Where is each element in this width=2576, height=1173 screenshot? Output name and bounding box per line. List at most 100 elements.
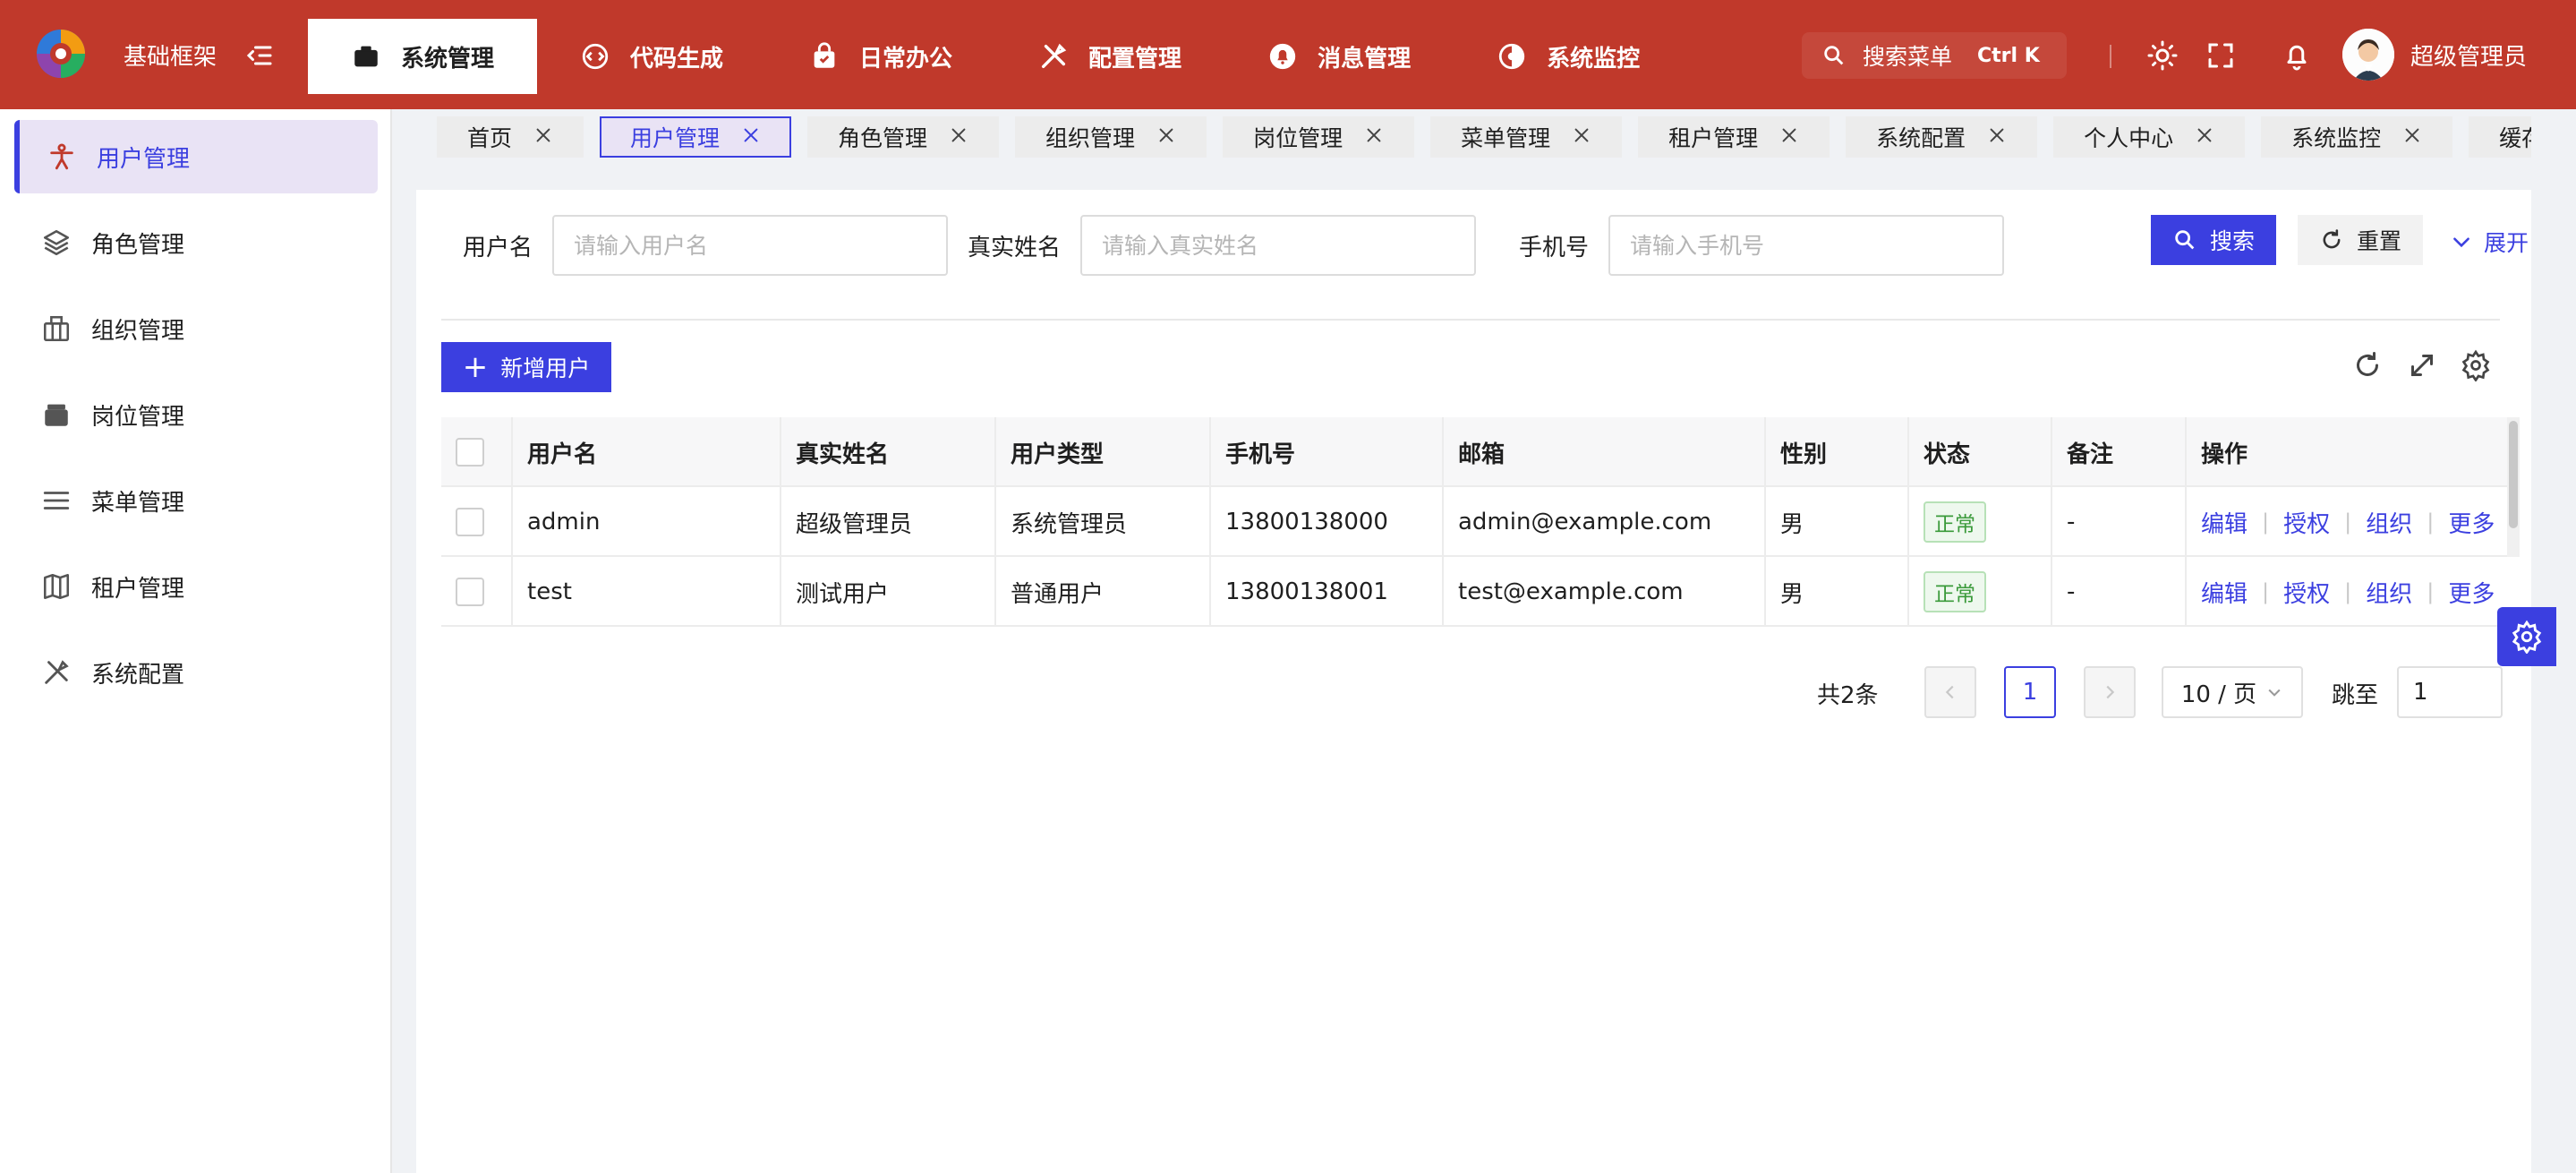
header-select-cell	[441, 417, 513, 487]
gender-cell: 男	[1766, 487, 1909, 557]
row-select-cell	[441, 487, 513, 557]
page-number-button[interactable]: 1	[2004, 666, 2056, 718]
tab-item[interactable]: 菜单管理	[1430, 116, 1623, 158]
briefcase-icon	[354, 46, 378, 67]
table-scrollbar[interactable]	[2509, 421, 2518, 528]
select-all-checkbox[interactable]	[456, 438, 484, 467]
username-cell: admin	[513, 487, 781, 557]
tab-item[interactable]: 岗位管理	[1223, 116, 1415, 158]
expand-link[interactable]: 展开	[2450, 226, 2529, 258]
bell-circle-icon	[1269, 43, 1296, 70]
column-header: 真实姓名	[781, 417, 996, 487]
nav-system-management[interactable]: 系统管理	[308, 19, 538, 94]
nav-daily-office[interactable]: 日常办公	[766, 19, 995, 94]
expand-table-icon[interactable]	[2406, 349, 2438, 381]
page-size-select[interactable]: 10 / 页	[2162, 666, 2303, 718]
close-icon[interactable]	[1572, 124, 1591, 150]
row-checkbox[interactable]	[456, 578, 484, 606]
close-icon[interactable]	[1364, 124, 1384, 150]
authorize-link[interactable]: 授权	[2283, 506, 2330, 539]
tab-item[interactable]: 用户管理	[600, 116, 792, 158]
remark-cell: -	[2052, 557, 2187, 627]
chevron-right-icon	[2106, 685, 2115, 699]
remark-cell: -	[2052, 487, 2187, 557]
close-icon[interactable]	[741, 124, 761, 150]
sidebar-item-org-management[interactable]: 组织管理	[14, 292, 378, 365]
sidebar-item-system-config[interactable]: 系统配置	[14, 636, 378, 709]
menu-search[interactable]: 搜索菜单 Ctrl K	[1802, 32, 2067, 79]
tab-label: 角色管理	[838, 125, 928, 151]
more-link[interactable]: 更多	[2448, 506, 2495, 539]
search-icon	[1824, 46, 1844, 65]
tab-item[interactable]: 组织管理	[1015, 116, 1207, 158]
next-page-button[interactable]	[2084, 666, 2136, 718]
sidebar-item-role-management[interactable]: 角色管理	[14, 206, 378, 279]
phone-cell: 13800138000	[1211, 487, 1444, 557]
tab-label: 首页	[467, 125, 513, 151]
top-nav: 系统管理 代码生成 日常办公 配置管理 消息管理 系统监控	[308, 19, 1683, 94]
add-user-button[interactable]: + 新增用户	[441, 342, 611, 392]
brand-title: 基础框架	[124, 44, 218, 71]
tab-item[interactable]: 系统监控	[2261, 116, 2453, 158]
phone-input[interactable]	[1608, 215, 2004, 276]
nav-system-monitor[interactable]: 系统监控	[1454, 19, 1683, 94]
settings-float-button[interactable]	[2497, 607, 2556, 666]
close-icon[interactable]	[1156, 124, 1176, 150]
tab-item[interactable]: 首页	[437, 116, 584, 158]
reset-button[interactable]: 重置	[2298, 215, 2423, 265]
chevron-down-icon	[2453, 237, 2469, 248]
theme-sun-icon[interactable]	[2146, 39, 2179, 72]
jump-input[interactable]: 1	[2397, 666, 2503, 718]
tab-item[interactable]: 个人中心	[2053, 116, 2246, 158]
status-cell: 正常	[1909, 487, 2052, 557]
column-header: 性别	[1766, 417, 1909, 487]
refresh-icon[interactable]	[2351, 349, 2384, 381]
column-header: 操作	[2201, 441, 2248, 468]
nav-code-generation[interactable]: 代码生成	[537, 19, 766, 94]
edit-link[interactable]: 编辑	[2201, 506, 2248, 539]
sidebar-item-label: 菜单管理	[91, 489, 185, 517]
email-cell: admin@example.com	[1444, 487, 1766, 557]
user-menu[interactable]: 超级管理员	[2342, 29, 2527, 81]
nav-config-management[interactable]: 配置管理	[995, 19, 1224, 94]
app-logo[interactable]	[34, 27, 88, 81]
email-cell: test@example.com	[1444, 557, 1766, 627]
content-card: 用户名 真实姓名 手机号 搜索 重置 展开 + 新增用户 用户名 真实姓名 用户…	[416, 190, 2531, 1173]
sidebar-item-label: 租户管理	[91, 575, 185, 603]
notification-bell-icon[interactable]	[2281, 39, 2313, 72]
collapse-menu-icon[interactable]	[243, 39, 276, 72]
organization-link[interactable]: 组织	[2366, 506, 2412, 539]
tab-label: 个人中心	[2084, 125, 2174, 151]
close-icon[interactable]	[533, 124, 553, 150]
close-icon[interactable]	[2402, 124, 2422, 150]
fullscreen-icon[interactable]	[2205, 39, 2237, 72]
close-icon[interactable]	[1779, 124, 1799, 150]
nav-label: 系统管理	[401, 45, 495, 73]
sidebar-item-menu-management[interactable]: 菜单管理	[14, 464, 378, 537]
username-input[interactable]	[552, 215, 948, 276]
prev-page-button[interactable]	[1924, 666, 1976, 718]
close-icon[interactable]	[949, 124, 968, 150]
more-link[interactable]: 更多	[2448, 576, 2495, 609]
realname-input[interactable]	[1080, 215, 1476, 276]
close-icon[interactable]	[1987, 124, 2007, 150]
sidebar-item-tenant-management[interactable]: 租户管理	[14, 550, 378, 623]
column-header: 用户名	[513, 417, 781, 487]
tab-item[interactable]: 角色管理	[807, 116, 1000, 158]
tab-item[interactable]: 租户管理	[1638, 116, 1830, 158]
user-name: 超级管理员	[2410, 43, 2528, 71]
tab-item[interactable]: 系统配置	[1846, 116, 2038, 158]
authorize-link[interactable]: 授权	[2283, 576, 2330, 609]
sidebar-item-user-management[interactable]: 用户管理	[14, 120, 378, 193]
organization-link[interactable]: 组织	[2366, 576, 2412, 609]
edit-link[interactable]: 编辑	[2201, 576, 2248, 609]
search-button[interactable]: 搜索	[2151, 215, 2276, 265]
close-icon[interactable]	[2195, 124, 2214, 150]
column-settings-icon[interactable]	[2460, 349, 2492, 381]
tab-item[interactable]: 缓存监控	[2469, 116, 2531, 158]
row-checkbox[interactable]	[456, 508, 484, 536]
sidebar-item-post-management[interactable]: 岗位管理	[14, 378, 378, 451]
phone-label: 手机号	[1519, 235, 1590, 261]
nav-message-management[interactable]: 消息管理	[1224, 19, 1454, 94]
status-badge: 正常	[1923, 501, 1986, 543]
